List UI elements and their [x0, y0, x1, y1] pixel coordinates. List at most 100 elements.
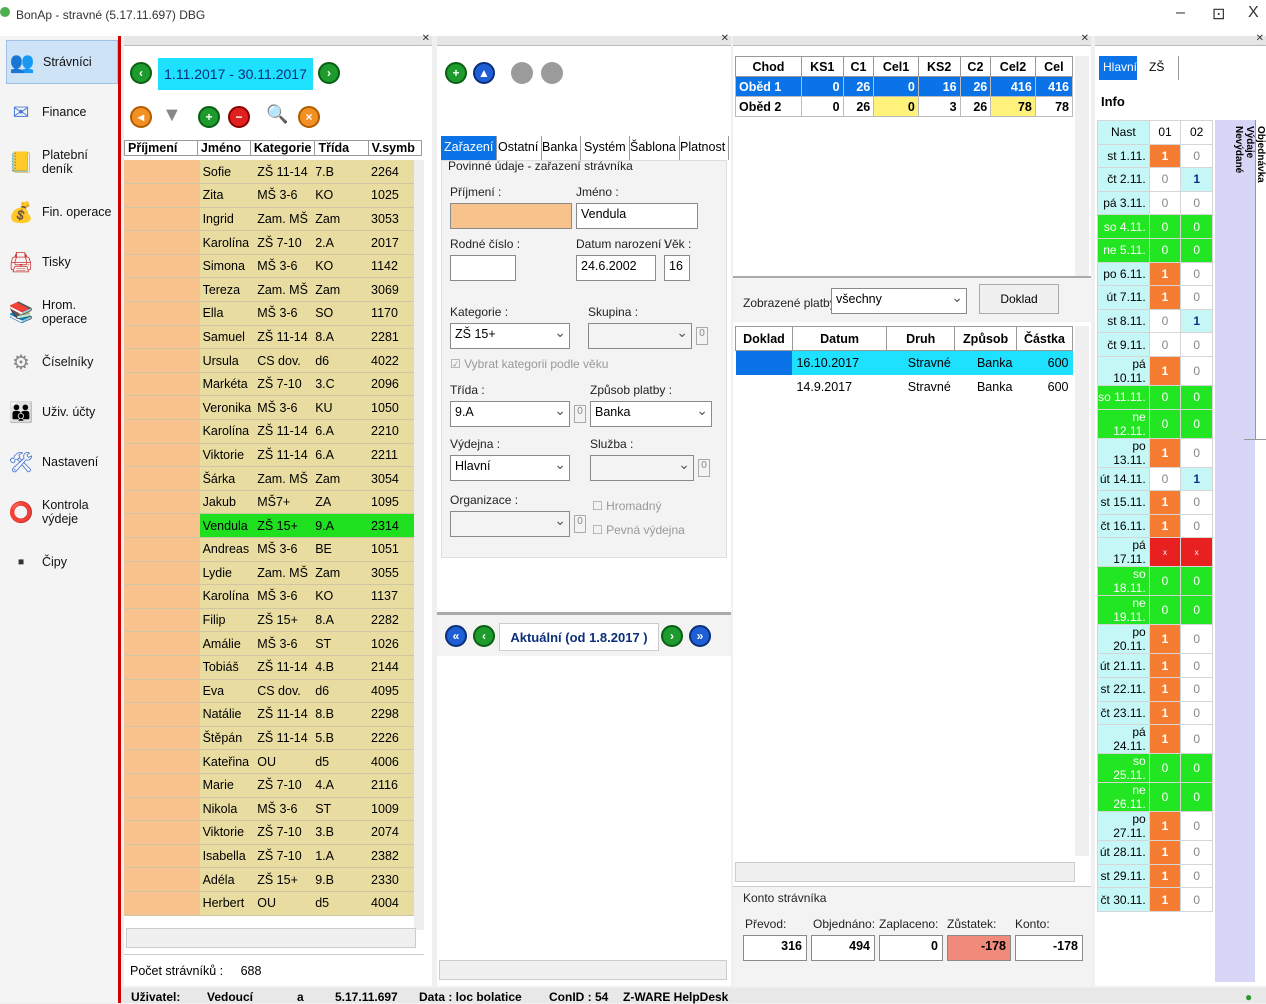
calendar-cell[interactable]: 1	[1148, 437, 1182, 468]
table-row[interactable]: Štěpán ZŠ 11-14 5.B 2226	[124, 726, 414, 751]
calendar-row[interactable]: čt 16.11. 1 0	[1097, 513, 1213, 539]
calendar-cell[interactable]: 0	[1180, 513, 1213, 539]
helpdesk[interactable]: Z-WARE HelpDesk	[623, 990, 728, 1004]
sidebar-item-tisky[interactable]: 🖨 Tisky	[6, 240, 118, 284]
receipt-button[interactable]: Doklad	[979, 284, 1059, 314]
cancel-icon[interactable]: ×	[298, 106, 320, 128]
table-row[interactable]: Karolína MŠ 3-6 KO 1137	[124, 584, 414, 609]
calendar-row[interactable]: st 1.11. 1 0	[1097, 143, 1213, 169]
sidebar-item-fin-operace[interactable]: 💰 Fin. operace	[6, 190, 118, 234]
tab-system[interactable]: Systém	[581, 136, 630, 160]
col-name[interactable]: Jméno	[196, 140, 251, 156]
sidebar-item-nastaveni[interactable]: 🛠 Nastavení	[6, 440, 118, 484]
calendar-row[interactable]: čt 9.11. 0 0	[1097, 332, 1213, 357]
table-row[interactable]: Filip ZŠ 15+ 8.A 2282	[124, 608, 414, 633]
calendar-row[interactable]: ne 26.11. 0 0	[1097, 782, 1213, 813]
table-row[interactable]: Veronika MŠ 3-6 KU 1050	[124, 395, 414, 421]
calendar-cell[interactable]: 1	[1148, 261, 1182, 287]
calendar-cell[interactable]: 0	[1148, 566, 1182, 597]
table-row[interactable]: Eva CS dov. d6 4095	[124, 679, 414, 704]
table-row[interactable]: Viktorie ZŠ 7-10 3.B 2074	[124, 820, 414, 845]
table-row[interactable]: Marie ZŠ 7-10 4.A 2116	[124, 773, 414, 798]
table-row[interactable]: Isabella ZŠ 7-10 1.A 2382	[124, 844, 414, 869]
calendar-row[interactable]: so 25.11. 0 0	[1097, 753, 1213, 784]
calendar-row[interactable]: čt 30.11. 1 0	[1097, 887, 1213, 912]
tab-zs[interactable]: ZŠ	[1145, 56, 1179, 80]
list-scrollbar[interactable]	[414, 160, 424, 930]
calendar-row[interactable]: st 22.11. 1 0	[1097, 676, 1213, 702]
table-row[interactable]: Karolína ZŠ 11-14 6.A 2210	[124, 419, 414, 444]
surname-input[interactable]	[450, 203, 572, 229]
table-row[interactable]: Samuel ZŠ 11-14 8.A 2281	[124, 325, 414, 350]
calendar-cell[interactable]: 0	[1148, 190, 1182, 216]
sidebar-item-uziv-ucty[interactable]: 👪 Uživ. účty	[6, 390, 118, 434]
table-row[interactable]: Zita MŠ 3-6 KO 1025	[124, 183, 414, 208]
group-zero-button[interactable]: 0	[696, 327, 708, 345]
calendar-cell[interactable]: 0	[1180, 490, 1213, 515]
calendar-row[interactable]: pá 3.11. 0 0	[1097, 190, 1213, 216]
sidebar-item-kontrola-vydeje[interactable]: ⭕ Kontrola výdeje	[6, 490, 118, 534]
calendar-cell[interactable]: 1	[1148, 840, 1182, 865]
calendar-cell[interactable]: 0	[1180, 332, 1213, 357]
birthno-input[interactable]	[450, 255, 516, 281]
sidebar-item-cipy[interactable]: ▪ Čipy	[6, 540, 118, 584]
category-select[interactable]: ZŠ 15+	[450, 323, 570, 349]
calendar-row[interactable]: so 18.11. 0 0	[1097, 566, 1213, 597]
calendar-cell[interactable]: 0	[1180, 408, 1213, 439]
col-category[interactable]: Kategorie	[249, 140, 316, 156]
tab-platnost[interactable]: Platnost	[677, 136, 730, 160]
calendar-cell[interactable]: 1	[1148, 676, 1182, 702]
table-row[interactable]: Viktorie ZŠ 11-14 6.A 2211	[124, 443, 414, 468]
calendar-row[interactable]: po 13.11. 1 0	[1097, 437, 1213, 468]
filter-icon[interactable]: ▼	[162, 104, 182, 127]
calendar-row[interactable]: ne 5.11. 0 0	[1097, 237, 1213, 263]
payments-scrollbar[interactable]	[1075, 326, 1089, 856]
last-button[interactable]: »	[689, 625, 711, 647]
payment-row[interactable]: 16.10.2017 Stravné Banka 600	[735, 350, 1073, 375]
calendar-row[interactable]: po 20.11. 1 0	[1097, 624, 1213, 655]
outlet-select[interactable]: Hlavní	[450, 455, 570, 481]
table-row[interactable]: Tobiáš ZŠ 11-14 4.B 2144	[124, 655, 414, 680]
calendar-row[interactable]: út 21.11. 1 0	[1097, 653, 1213, 678]
calendar-cell[interactable]: 0	[1180, 285, 1213, 310]
calendar-row[interactable]: čt 2.11. 0 1	[1097, 167, 1213, 192]
list-hscrollbar[interactable]	[126, 928, 416, 948]
calendar-cell[interactable]: 0	[1148, 308, 1182, 334]
age-input[interactable]: 16	[664, 255, 690, 281]
filter-select[interactable]: všechny	[831, 288, 967, 314]
tab-vydaje[interactable]: Výdaje	[1244, 120, 1255, 440]
calendar-cell[interactable]: 0	[1180, 863, 1213, 889]
add-icon[interactable]: +	[198, 106, 220, 128]
calendar-cell[interactable]: 0	[1148, 384, 1182, 410]
fixed-outlet-checkbox[interactable]: ☐ Pevná výdejna	[592, 523, 685, 537]
next-button[interactable]: ›	[661, 625, 683, 647]
meal-row[interactable]: Oběd 2 0 26 0 3 26 78 78	[735, 96, 1074, 117]
back-icon[interactable]: ◂	[130, 106, 152, 128]
calendar-cell[interactable]: 0	[1180, 653, 1213, 678]
tab-zarazeni[interactable]: Zařazení	[441, 136, 498, 160]
calendar-cell[interactable]: 1	[1180, 308, 1213, 334]
disabled-button-1[interactable]	[511, 62, 533, 84]
calendar-cell[interactable]: 1	[1148, 863, 1182, 889]
calendar-cell[interactable]: 0	[1180, 566, 1213, 597]
tab-sablona[interactable]: Šablona	[627, 136, 680, 160]
calendar-row[interactable]: so 11.11. 0 0	[1097, 384, 1213, 410]
calendar-cell[interactable]: 0	[1180, 624, 1213, 655]
close-icon[interactable]: ✕	[1081, 33, 1089, 44]
calendar-cell[interactable]: 1	[1180, 167, 1213, 192]
calendar-cell[interactable]: 1	[1148, 700, 1182, 726]
table-row[interactable]: Natálie ZŠ 11-14 8.B 2298	[124, 702, 414, 727]
calendar-row[interactable]: pá 10.11. 1 0	[1097, 355, 1213, 386]
calendar-cell[interactable]: 1	[1148, 724, 1182, 755]
up-button[interactable]: ▲	[473, 62, 495, 84]
calendar-row[interactable]: po 6.11. 1 0	[1097, 261, 1213, 287]
meal-row[interactable]: Oběd 1 0 26 0 16 26 416 416	[735, 76, 1074, 97]
calendar-row[interactable]: po 27.11. 1 0	[1097, 811, 1213, 842]
payments-hscrollbar[interactable]	[735, 862, 1075, 882]
calendar-row[interactable]: pá 17.11. x x	[1097, 537, 1213, 568]
search-icon[interactable]: 🔍	[266, 104, 288, 125]
close-icon[interactable]: ✕	[1256, 33, 1264, 44]
maximize-button[interactable]: ⊡	[1212, 4, 1225, 24]
auto-category-checkbox[interactable]: ☑ Vybrat kategorii podle věku	[450, 357, 608, 371]
date-range[interactable]: 1.11.2017 - 30.11.2017	[158, 58, 313, 90]
